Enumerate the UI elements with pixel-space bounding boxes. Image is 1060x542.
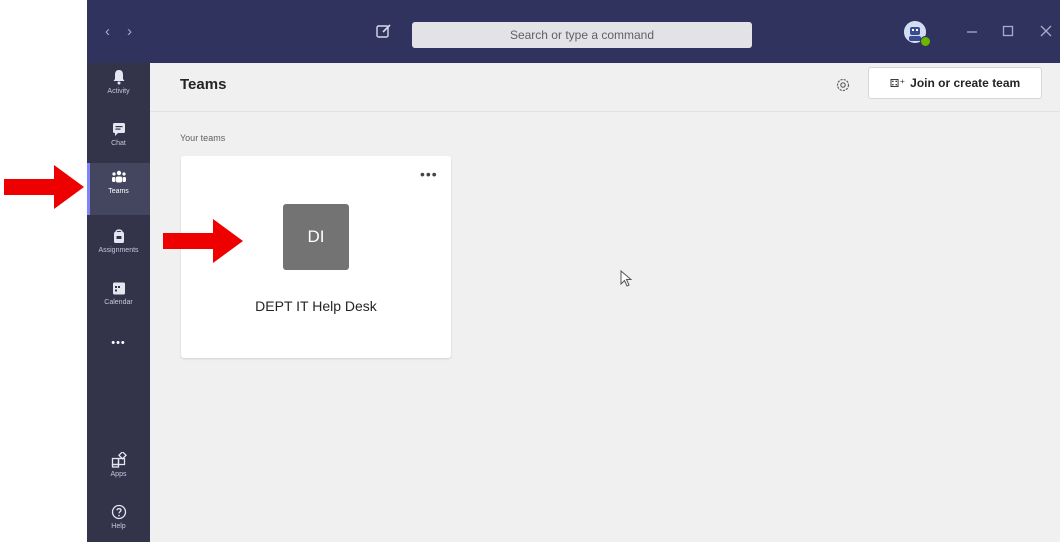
teams-icon [111,170,126,183]
add-team-icon: ⚃⁺ [889,78,906,90]
minimize-icon[interactable] [964,22,980,40]
annotation-arrow-team-card [163,219,243,263]
chevron-right-icon[interactable]: › [127,23,132,41]
apps-icon [111,452,127,468]
mouse-cursor-icon [620,270,632,287]
join-or-create-team-button[interactable]: ⚃⁺ Join or create team [868,67,1042,99]
rail-item-chat[interactable]: Chat [87,115,150,167]
teams-content: Teams ⚃⁺ Join or create team Your teams •… [150,63,1060,542]
rail-item-teams[interactable]: Teams [87,163,150,215]
more-options-icon[interactable]: ••• [420,166,438,182]
maximize-icon[interactable] [1000,22,1016,40]
team-avatar: DI [283,204,349,270]
chat-icon [112,123,125,136]
calendar-icon [112,282,125,295]
rail-item-calendar[interactable]: Calendar [87,274,150,326]
more-apps-button[interactable]: ••• [87,331,150,355]
rail-label: Apps [110,471,127,478]
bell-icon [113,70,124,85]
annotation-arrow-teams [4,165,84,209]
team-name: DEPT IT Help Desk [255,298,377,314]
rail-label: Assignments [98,247,139,254]
join-button-label: Join or create team [910,76,1021,90]
page-title: Teams [180,76,227,93]
rail-label: Calendar [104,299,133,306]
help-icon [111,504,126,520]
chevron-left-icon[interactable]: ‹ [105,23,110,41]
assignments-icon [113,229,124,243]
title-bar: ‹ › Search or type a command [87,0,1060,63]
presence-status-icon [920,36,931,47]
search-input[interactable]: Search or type a command [412,22,752,48]
your-teams-label: Your teams [180,133,226,143]
rail-item-assignments[interactable]: Assignments [87,222,150,274]
rail-item-help[interactable]: Help [87,498,150,542]
rail-item-activity[interactable]: Activity [87,63,150,115]
compose-icon[interactable] [375,22,393,40]
rail-item-apps[interactable]: Apps [87,446,150,498]
rail-label: Help [111,523,126,530]
active-indicator [87,163,90,215]
rail-label: Teams [108,188,129,195]
close-icon[interactable] [1038,22,1054,40]
app-bar: Activity Chat Teams Assignments Calendar… [87,63,150,542]
rail-label: Activity [107,88,130,95]
rail-label: Chat [111,140,126,147]
page-header: Teams ⚃⁺ Join or create team [150,63,1060,112]
teams-window: ‹ › Search or type a command Activity Ch… [87,0,1060,542]
gear-icon[interactable] [835,77,851,93]
